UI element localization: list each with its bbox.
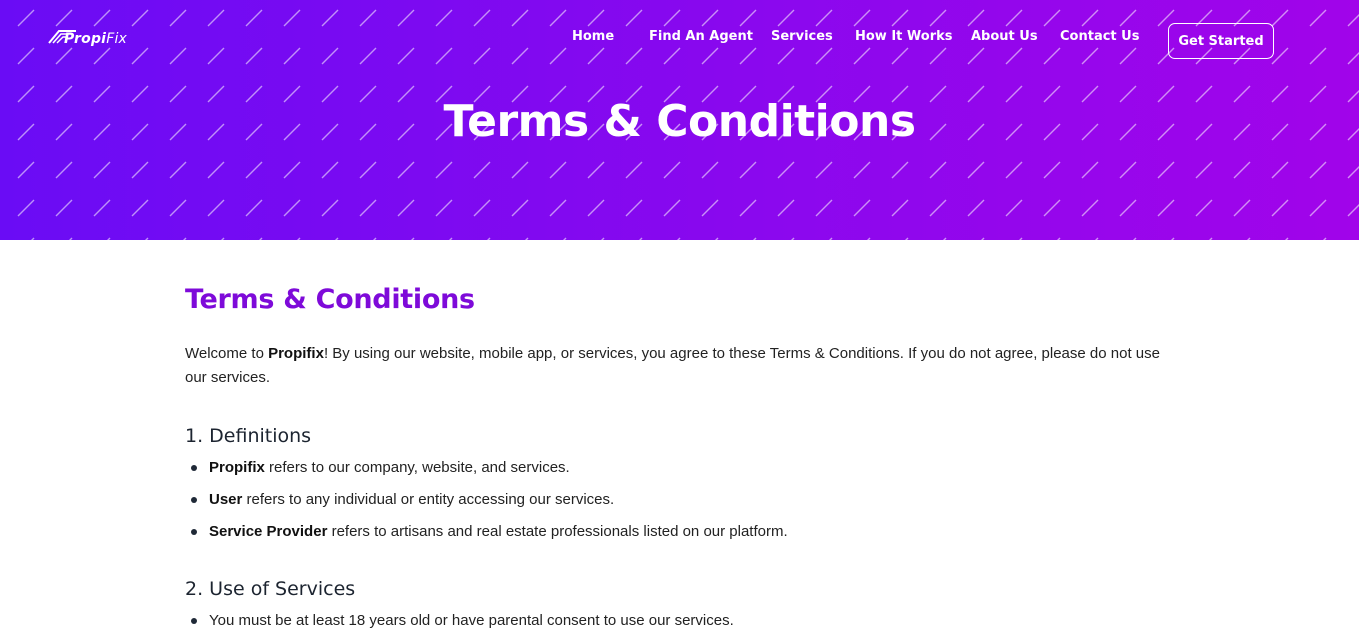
definitions-list: Propifix refers to our company, website,… — [185, 457, 1175, 543]
nav-about-us[interactable]: About Us — [971, 29, 1038, 44]
list-item: You must be at least 18 years old or hav… — [185, 610, 1175, 632]
hero-banner: PropiFix Home Find An Agent Services How… — [0, 0, 1359, 240]
list-item: Service Provider refers to artisans and … — [185, 521, 1175, 543]
nav-services[interactable]: Services — [771, 29, 833, 44]
intro-paragraph: Welcome to Propifix! By using our websit… — [185, 345, 1160, 386]
nav-find-an-agent[interactable]: Find An Agent — [649, 29, 753, 44]
list-item: Propifix refers to our company, website,… — [185, 457, 1175, 479]
nav-how-it-works[interactable]: How It Works — [855, 29, 953, 44]
get-started-button[interactable]: Get Started — [1168, 23, 1274, 59]
main-nav: Home Find An Agent Services How It Works… — [0, 29, 1359, 49]
use-of-services-list: You must be at least 18 years old or hav… — [185, 610, 1175, 632]
section-title-use-of-services: 2. Use of Services — [185, 578, 356, 600]
nav-contact-us[interactable]: Contact Us — [1060, 29, 1139, 44]
page-heading: Terms & Conditions — [185, 284, 475, 315]
nav-home[interactable]: Home — [572, 29, 614, 44]
terms-content: Terms & Conditions Welcome to Propifix! … — [185, 280, 1175, 642]
list-item: User refers to any individual or entity … — [185, 489, 1175, 511]
hero-title: Terms & Conditions — [443, 96, 916, 147]
section-title-definitions: 1. Definitions — [185, 425, 312, 447]
